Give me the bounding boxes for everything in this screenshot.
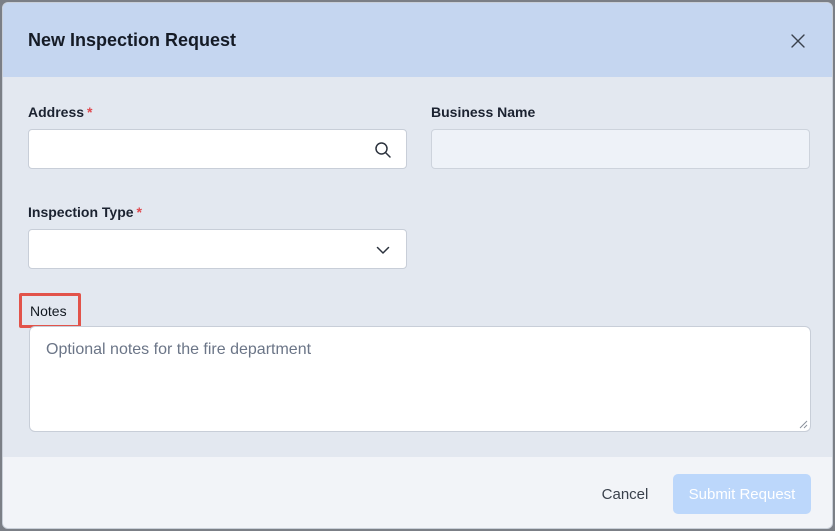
cancel-button[interactable]: Cancel [588,475,662,513]
address-input[interactable] [29,130,406,168]
inspection-type-label-text: Inspection Type [28,204,134,220]
inspection-type-label: Inspection Type * [28,204,142,220]
inspection-type-select[interactable] [28,229,407,269]
address-field[interactable] [28,129,407,169]
notes-label-highlight: Notes [19,293,81,328]
resize-handle-icon[interactable] [799,420,808,429]
address-label-text: Address [28,104,85,120]
close-button[interactable] [787,30,809,52]
business-name-label: Business Name [431,104,536,120]
notes-textarea[interactable] [30,327,810,431]
address-required-marker: * [87,104,93,120]
chevron-down-icon [374,241,392,259]
address-label: Address * [28,104,92,120]
business-name-input [432,130,809,168]
dialog-header: New Inspection Request [3,3,832,77]
close-icon [791,34,805,48]
submit-request-button[interactable]: Submit Request [673,474,811,514]
search-icon[interactable] [374,141,392,159]
dialog-footer: Cancel Submit Request [3,457,832,528]
business-name-field [431,129,810,169]
dialog-title: New Inspection Request [28,30,237,50]
inspection-type-required-marker: * [136,204,142,220]
notes-label: Notes [30,303,67,319]
new-inspection-request-dialog: New Inspection Request Address * Business… [2,2,833,529]
notes-field[interactable] [29,326,811,432]
